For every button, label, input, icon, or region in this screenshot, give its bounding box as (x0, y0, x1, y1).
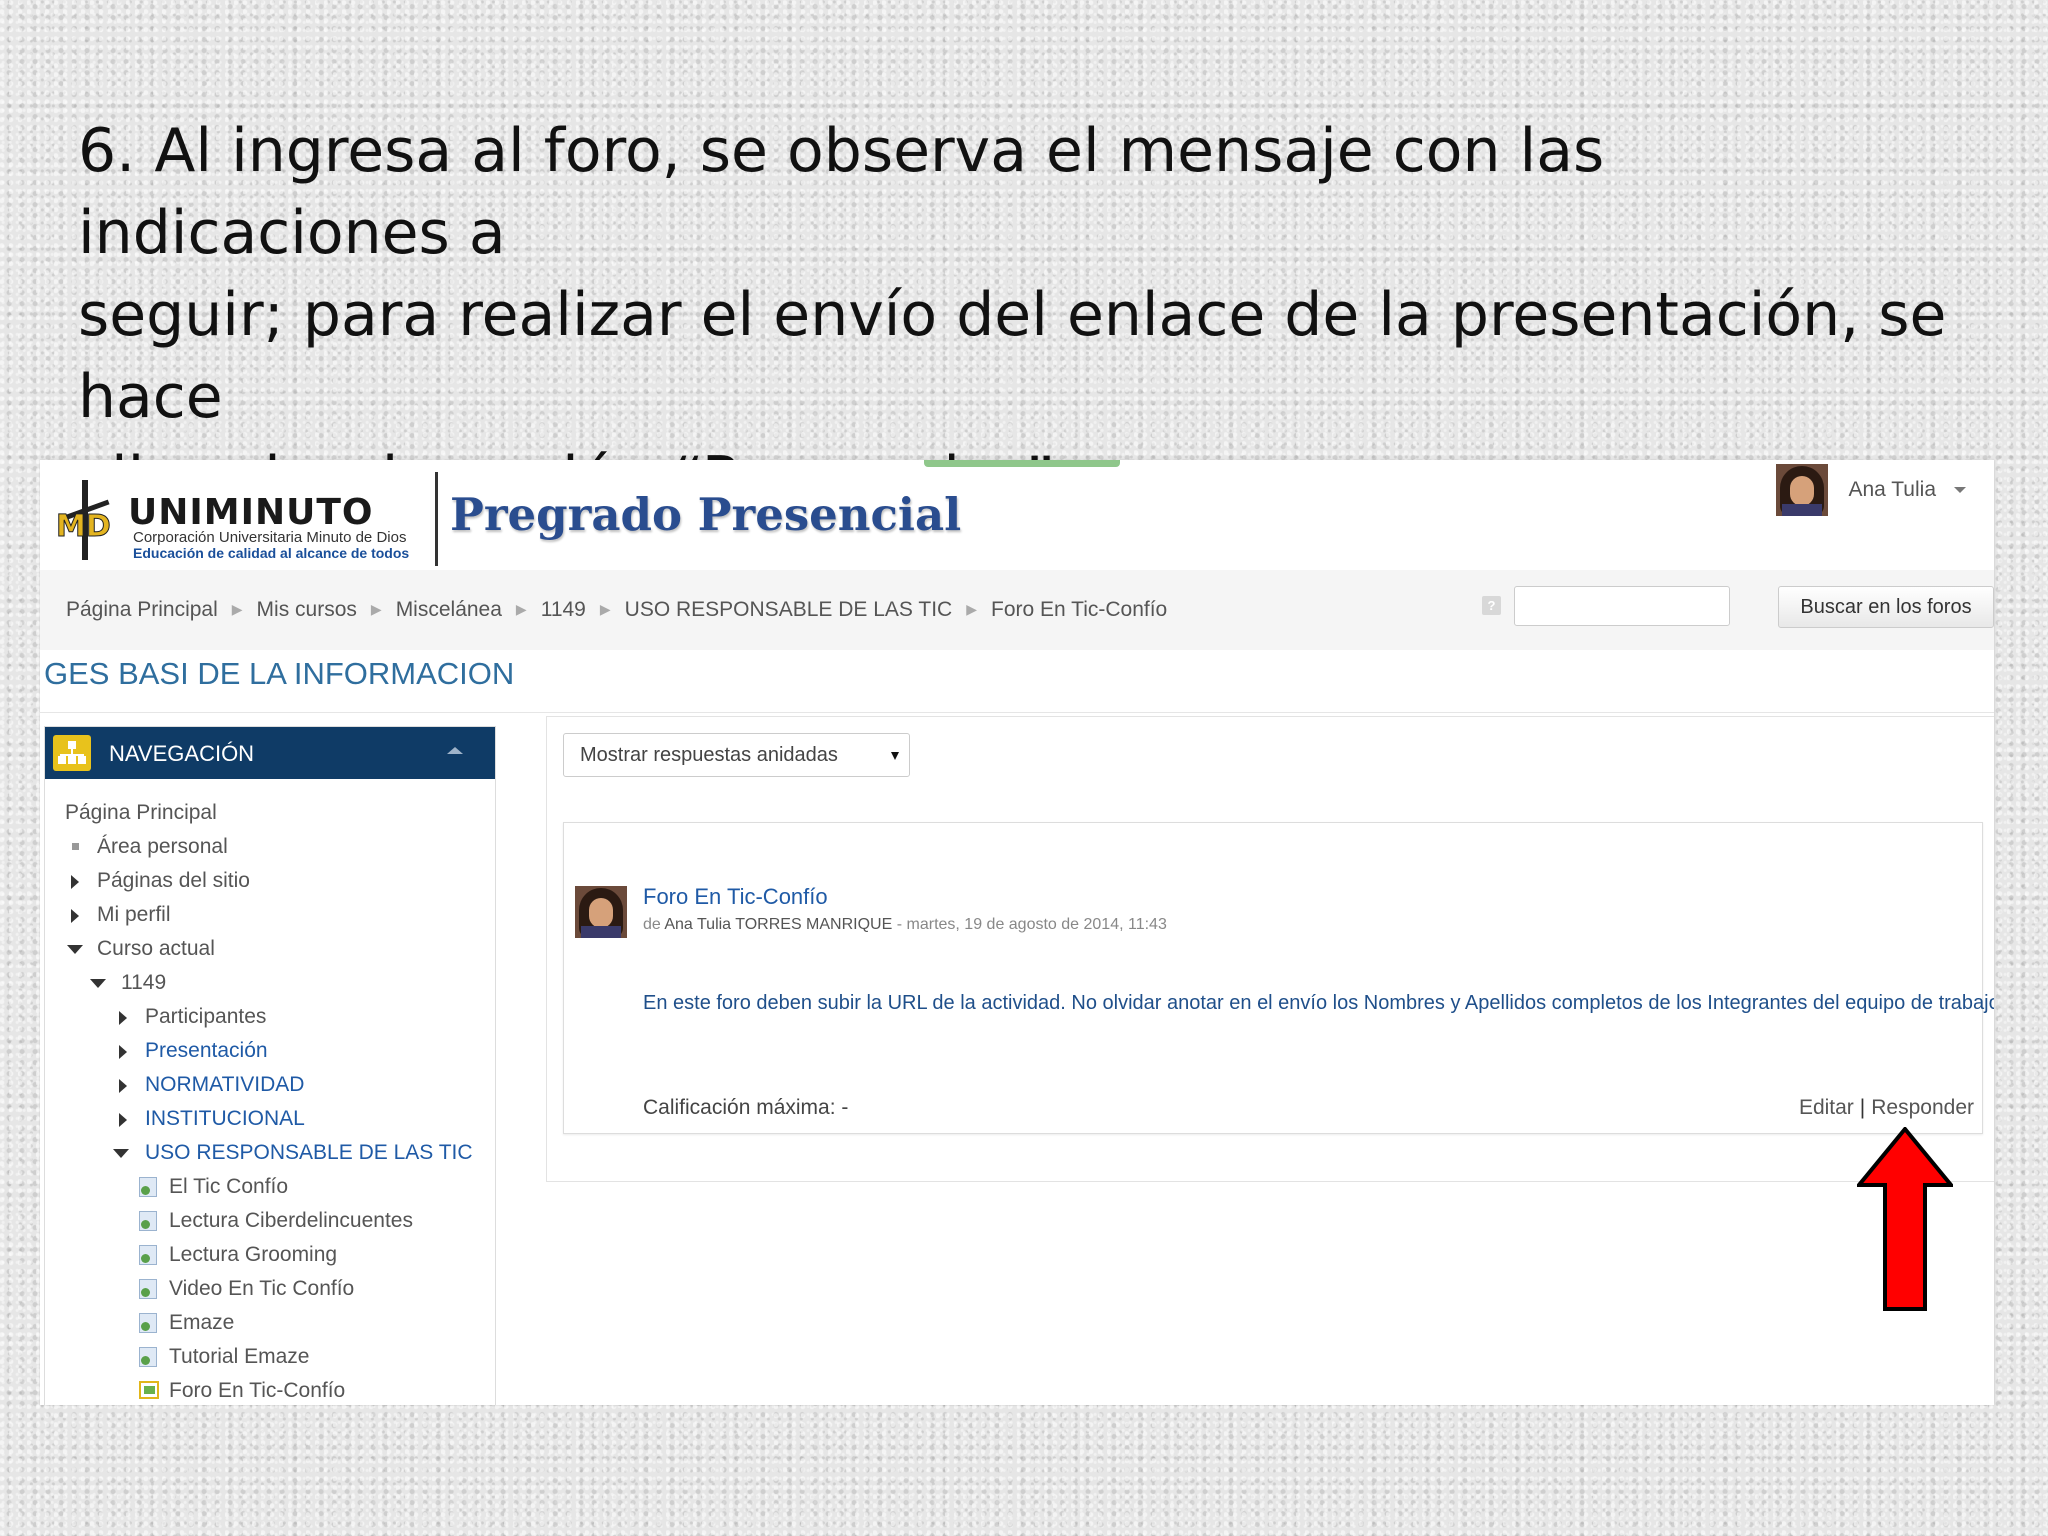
breadcrumb-category[interactable]: Miscelánea (396, 598, 502, 621)
breadcrumb-home[interactable]: Página Principal (66, 598, 218, 621)
page-icon (139, 1177, 157, 1197)
nav-item-label: 1149 (121, 971, 167, 994)
post-author-avatar[interactable] (575, 886, 627, 938)
expand-icon[interactable] (119, 1045, 127, 1059)
display-mode-select[interactable]: Mostrar respuestas anidadas (563, 733, 910, 777)
logo-name: UNIMINUTO (128, 492, 374, 533)
breadcrumb-my-courses[interactable]: Mis cursos (257, 598, 357, 621)
nav-item-label: Lectura Grooming (169, 1243, 338, 1266)
breadcrumb-forum[interactable]: Foro En Tic-Confío (991, 598, 1167, 621)
moodle-screenshot: MD UNIMINUTO Corporación Universitaria M… (40, 460, 1994, 1405)
nav-item-label: Participantes (145, 1005, 267, 1028)
page-icon (139, 1347, 157, 1367)
user-name[interactable]: Ana Tulia (1848, 478, 1936, 502)
sitemap-icon (53, 735, 91, 771)
nav-item-label: NORMATIVIDAD (145, 1073, 305, 1096)
chevron-down-icon[interactable] (1954, 487, 1966, 493)
dropdown-arrow-icon (891, 752, 899, 760)
logo-cross-icon: MD (56, 480, 111, 560)
post-max-grade: Calificación máxima: - (643, 1096, 849, 1119)
collapse-tree-icon[interactable] (67, 945, 83, 954)
post-actions: Editar | Responder (1799, 1096, 1974, 1120)
breadcrumb: Página Principal ▶ Mis cursos ▶ Miscelánea ▶ 1… (66, 598, 1167, 622)
breadcrumb-section[interactable]: USO RESPONSABLE DE LAS TIC (625, 598, 953, 621)
instruction-text: 6. Al ingresa al foro, se observa el men… (78, 110, 1978, 520)
site-title[interactable]: Pregrado Presencial (450, 488, 961, 541)
site-header: MD UNIMINUTO Corporación Universitaria M… (40, 460, 1994, 570)
instruction-line-1: 6. Al ingresa al foro, se observa el men… (78, 116, 1605, 268)
collapse-tree-icon[interactable] (113, 1149, 129, 1158)
page-icon (139, 1313, 157, 1333)
post-author-prefix: de (643, 916, 661, 933)
post-date: - martes, 19 de agosto de 2014, 11:43 (896, 916, 1167, 933)
collapse-icon[interactable] (447, 747, 463, 754)
nav-item-label: Tutorial Emaze (169, 1345, 310, 1368)
expand-icon[interactable] (71, 909, 79, 923)
header-divider (435, 472, 438, 566)
display-mode-value: Mostrar respuestas anidadas (580, 744, 838, 766)
navigation-title: NAVEGACIÓN (109, 741, 255, 766)
forum-icon (139, 1381, 159, 1399)
help-icon[interactable]: ? (1482, 596, 1501, 615)
edit-link[interactable]: Editar (1799, 1096, 1854, 1119)
red-arrow-icon (1857, 1127, 1953, 1311)
nav-item-label: Foro En Tic-Confío (169, 1379, 346, 1402)
header-separator (40, 712, 1994, 713)
nav-item-label: Lectura Ciberdelincuentes (169, 1209, 413, 1232)
page-icon (139, 1211, 157, 1231)
breadcrumb-separator-icon: ▶ (515, 601, 527, 617)
breadcrumb-separator-icon: ▶ (599, 601, 611, 617)
nav-item-label: Video En Tic Confío (169, 1277, 355, 1300)
nav-item-label: Curso actual (97, 937, 215, 960)
expand-icon[interactable] (119, 1113, 127, 1127)
nav-item-label: USO RESPONSABLE DE LAS TIC (145, 1141, 473, 1164)
course-title: GES BASI DE LA INFORMACION (44, 656, 515, 691)
expand-icon[interactable] (119, 1011, 127, 1025)
uniminuto-logo[interactable]: MD UNIMINUTO Corporación Universitaria M… (50, 470, 450, 570)
header-accent-bar (924, 460, 1120, 467)
reply-link[interactable]: Responder (1871, 1096, 1974, 1119)
user-avatar[interactable] (1776, 464, 1829, 516)
bullet-icon (72, 843, 79, 850)
forum-post (563, 822, 1983, 1134)
action-separator: | (1859, 1096, 1866, 1119)
logo-subtitle: Corporación Universitaria Minuto de Dios (133, 529, 407, 546)
breadcrumb-course[interactable]: 1149 (541, 598, 586, 621)
expand-icon[interactable] (119, 1079, 127, 1093)
user-menu[interactable]: Ana Tulia (1776, 462, 1966, 518)
post-body: En este foro deben subir la URL de la ac… (643, 992, 1994, 1014)
search-forums-button[interactable]: Buscar en los foros (1778, 586, 1994, 628)
nav-item-label: Páginas del sitio (97, 869, 250, 892)
breadcrumb-separator-icon: ▶ (370, 601, 382, 617)
forum-search-input[interactable] (1514, 586, 1730, 626)
nav-item-label: Mi perfil (97, 903, 171, 926)
nav-item-label: El Tic Confío (169, 1175, 289, 1198)
nav-item-label: Presentación (145, 1039, 268, 1062)
collapse-tree-icon[interactable] (90, 979, 106, 988)
post-byline: de Ana Tulia TORRES MANRIQUE - martes, 1… (643, 916, 1167, 934)
nav-item-label: Página Principal (65, 801, 217, 824)
nav-item-label: Emaze (169, 1311, 235, 1334)
page-icon (139, 1245, 157, 1265)
expand-icon[interactable] (71, 875, 79, 889)
navigation-block-header[interactable]: NAVEGACIÓN (45, 727, 495, 779)
navigation-block: NAVEGACIÓN Página Principal Área persona… (44, 726, 496, 1405)
page-icon (139, 1279, 157, 1299)
breadcrumb-separator-icon: ▶ (966, 601, 977, 617)
svg-text:MD: MD (56, 509, 111, 544)
post-author-link[interactable]: Ana Tulia TORRES MANRIQUE (664, 916, 892, 933)
breadcrumb-separator-icon: ▶ (231, 601, 243, 617)
nav-item-label: Área personal (97, 835, 228, 858)
post-subject: Foro En Tic-Confío (643, 884, 828, 909)
logo-tagline: Educación de calidad al alcance de todos (133, 545, 410, 561)
instruction-line-2: seguir; para realizar el envío del enlac… (78, 280, 1947, 432)
nav-item-label: INSTITUCIONAL (145, 1107, 305, 1130)
